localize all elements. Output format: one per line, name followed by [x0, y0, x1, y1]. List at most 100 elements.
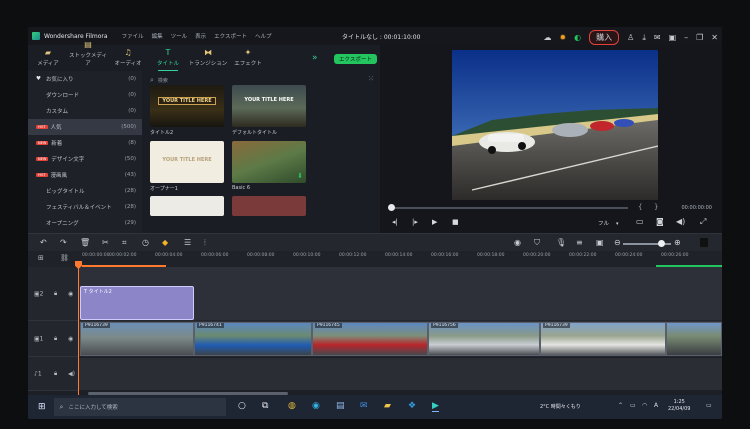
- panel-icon[interactable]: ■: [700, 238, 708, 247]
- speed-icon[interactable]: ◷: [142, 238, 149, 247]
- video-clip[interactable]: P9116739: [540, 322, 666, 356]
- more-tabs-icon[interactable]: »: [312, 53, 318, 63]
- chevron-down-icon[interactable]: ▾: [616, 221, 619, 227]
- sidebar-item-popular[interactable]: HOT 人気 (500): [28, 119, 142, 135]
- menu-export[interactable]: エクスポート: [214, 32, 247, 40]
- stop-icon[interactable]: ■: [452, 218, 459, 226]
- tab-effects[interactable]: ✦ エフェクト: [228, 48, 268, 71]
- sidebar-item-comic[interactable]: HOT 漫画風 (43): [28, 167, 142, 183]
- shield-icon[interactable]: ⛉: [534, 238, 540, 248]
- lock-icon[interactable]: 🔒︎: [54, 370, 57, 378]
- mail-icon[interactable]: ✉: [654, 33, 661, 42]
- thumbnail-default-title[interactable]: YOUR TITLE HERE: [232, 85, 306, 127]
- maximize-icon[interactable]: ❐: [696, 33, 703, 42]
- sidebar-item-design-text[interactable]: NEW デザイン文字 (50): [28, 151, 142, 167]
- eye-icon[interactable]: ◉: [68, 335, 73, 342]
- crop-icon[interactable]: ⌗: [122, 238, 127, 248]
- notification-icon[interactable]: ▭: [706, 402, 712, 409]
- playhead[interactable]: [78, 261, 79, 401]
- redo-icon[interactable]: ↷: [60, 238, 67, 247]
- mail-icon[interactable]: ✉: [360, 401, 368, 411]
- file-explorer-icon[interactable]: ▰: [384, 401, 391, 411]
- display-icon[interactable]: ▭: [636, 217, 644, 226]
- rewind-frame-icon[interactable]: |▸: [412, 218, 418, 226]
- list-icon[interactable]: ≡: [576, 238, 583, 247]
- app-icon[interactable]: ❖: [408, 401, 416, 411]
- add-track-icon[interactable]: ⊞: [38, 254, 44, 262]
- thumbnail-title-2[interactable]: YOUR TITLE HERE: [150, 85, 224, 127]
- sidebar-item-new[interactable]: NEW 新着 (8): [28, 135, 142, 151]
- link-icon[interactable]: ⛓: [60, 254, 69, 262]
- download-icon[interactable]: ⤓: [642, 33, 646, 43]
- lock-icon[interactable]: 🔒︎: [54, 335, 57, 343]
- camera-icon[interactable]: ◙: [656, 217, 664, 226]
- edge-icon[interactable]: ◉: [312, 401, 320, 411]
- scrubber-handle[interactable]: [388, 204, 395, 211]
- mark-out-icon[interactable]: }: [654, 203, 658, 211]
- store-icon[interactable]: ▤: [336, 401, 345, 411]
- taskbar-search-input[interactable]: ⌕ ここに入力して検索: [53, 398, 226, 416]
- render-icon[interactable]: ◉: [514, 238, 521, 247]
- network-icon[interactable]: ◠: [642, 402, 647, 409]
- play-icon[interactable]: ▶: [432, 218, 437, 226]
- menu-view[interactable]: 表示: [195, 32, 206, 40]
- tab-audio[interactable]: ♫ オーディオ: [108, 48, 148, 71]
- sidebar-item-favorites[interactable]: ♥ お気に入り (0): [28, 71, 142, 87]
- search-input[interactable]: ⌕ 検索: [150, 75, 370, 85]
- export-button[interactable]: エクスポート: [334, 54, 377, 64]
- weather-widget[interactable]: 2°C 時間々くもり: [540, 403, 581, 410]
- video-clip[interactable]: P9116741: [194, 322, 312, 356]
- cut-icon[interactable]: ✂: [102, 238, 109, 247]
- delete-icon[interactable]: 🗑: [80, 238, 90, 247]
- download-icon[interactable]: ⬇: [297, 172, 303, 180]
- thumbnail-opener-1[interactable]: YOUR TITLE HERE: [150, 141, 224, 183]
- sidebar-item-big-title[interactable]: ビッグタイトル (28): [28, 183, 142, 199]
- menu-edit[interactable]: 編集: [152, 32, 163, 40]
- sidebar-item-custom[interactable]: カスタム (0): [28, 103, 142, 119]
- menu-tools[interactable]: ツール: [171, 32, 188, 40]
- zoom-out-icon[interactable]: ⊖: [614, 238, 621, 247]
- adjust-icon[interactable]: ☰: [184, 238, 191, 247]
- thumbnail-basic-6[interactable]: ⬇: [232, 141, 306, 183]
- lock-icon[interactable]: 🔒︎: [54, 290, 57, 298]
- sidebar-item-opening[interactable]: オープニング (29): [28, 215, 142, 231]
- task-view-icon[interactable]: ⧉: [262, 401, 268, 411]
- zoom-slider-handle[interactable]: [658, 240, 665, 247]
- windows-start-icon[interactable]: ⊞: [38, 402, 46, 412]
- audio-wave-icon[interactable]: ⦙: [204, 238, 206, 248]
- color-icon[interactable]: ◆: [162, 238, 168, 247]
- sidebar-item-festival[interactable]: フェスティバル＆イベント (28): [28, 199, 142, 215]
- snapshot-icon[interactable]: ▣: [596, 238, 604, 247]
- tray-chevron-icon[interactable]: ⌃: [618, 402, 623, 409]
- cortana-icon[interactable]: ○: [238, 401, 246, 411]
- close-icon[interactable]: ✕: [711, 33, 718, 42]
- volume-icon[interactable]: ◀): [68, 370, 75, 377]
- tab-media[interactable]: ▰ メディア: [28, 48, 68, 71]
- minimize-icon[interactable]: –: [684, 33, 688, 42]
- save-icon[interactable]: ▣: [669, 33, 677, 42]
- preview-scrubber[interactable]: [390, 207, 628, 209]
- quality-select[interactable]: フル: [598, 219, 609, 227]
- mark-in-icon[interactable]: {: [638, 203, 642, 211]
- tab-titles[interactable]: T タイトル: [148, 48, 188, 71]
- ime-icon[interactable]: A: [654, 402, 658, 409]
- headset-icon[interactable]: ◐: [574, 33, 581, 42]
- video-clip[interactable]: P9116756: [428, 322, 540, 356]
- cloud-icon[interactable]: ☁: [543, 33, 551, 42]
- sidebar-item-downloads[interactable]: ダウンロード (0): [28, 87, 142, 103]
- video-clip[interactable]: P9116745: [312, 322, 428, 356]
- microphone-icon[interactable]: 🎙: [556, 238, 566, 247]
- chrome-icon[interactable]: ◍: [288, 401, 296, 411]
- grid-view-icon[interactable]: ⁙: [368, 75, 374, 83]
- thumbnail-next[interactable]: [150, 196, 224, 216]
- buy-button[interactable]: 購入: [589, 30, 620, 45]
- undo-icon[interactable]: ↶: [40, 238, 47, 247]
- volume-icon[interactable]: ◀): [676, 217, 685, 226]
- menu-help[interactable]: ヘルプ: [255, 32, 272, 40]
- title-clip[interactable]: T タイトル2: [80, 286, 194, 320]
- display-icon[interactable]: ▭: [630, 402, 636, 409]
- step-back-icon[interactable]: ◂|: [392, 218, 398, 226]
- account-icon[interactable]: ♙: [627, 33, 634, 42]
- video-clip[interactable]: [666, 322, 722, 356]
- menu-file[interactable]: ファイル: [122, 32, 144, 40]
